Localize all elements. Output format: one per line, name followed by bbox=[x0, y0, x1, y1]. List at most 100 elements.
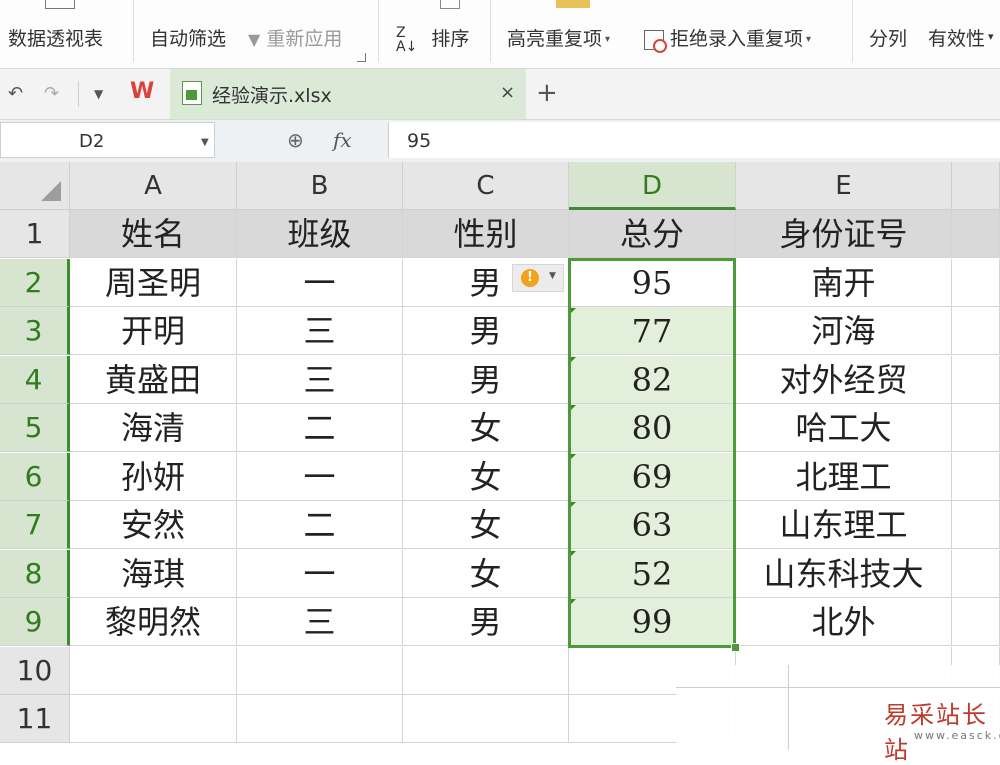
cell-d5[interactable]: 80 bbox=[569, 404, 736, 452]
customize-toolbar-chevron-icon[interactable]: ▼ bbox=[94, 87, 103, 101]
cell-b9[interactable]: 三 bbox=[237, 598, 403, 646]
insert-function-icon[interactable]: fx bbox=[333, 128, 352, 152]
cell-c10[interactable] bbox=[403, 647, 569, 695]
wps-logo-icon[interactable]: W bbox=[130, 79, 154, 104]
column-header-c[interactable]: C bbox=[403, 162, 569, 210]
cell-d2[interactable]: 95 bbox=[569, 259, 736, 307]
highlight-duplicates-button[interactable]: 高亮重复项 ▾ bbox=[507, 24, 610, 51]
cell-e6[interactable]: 北理工 bbox=[736, 453, 952, 501]
cell-filler[interactable] bbox=[952, 453, 1000, 501]
cell-a3[interactable]: 开明 bbox=[70, 307, 237, 355]
validity-button[interactable]: 有效性 bbox=[928, 24, 985, 51]
pivot-table-button[interactable]: 数据透视表 bbox=[8, 24, 103, 51]
column-header-filler[interactable] bbox=[952, 162, 1000, 210]
column-header-d[interactable]: D bbox=[569, 162, 736, 210]
row-header-10[interactable]: 10 bbox=[0, 647, 70, 695]
column-header-b[interactable]: B bbox=[237, 162, 403, 210]
tab-document[interactable]: 经验演示.xlsx × bbox=[170, 69, 526, 119]
cell-a7[interactable]: 安然 bbox=[70, 501, 237, 549]
cell-e4[interactable]: 对外经贸 bbox=[736, 356, 952, 404]
cell-c9[interactable]: 男 bbox=[403, 598, 569, 646]
cell-d6[interactable]: 69 bbox=[569, 453, 736, 501]
cell-c6[interactable]: 女 bbox=[403, 453, 569, 501]
cell-e2[interactable]: 南开 bbox=[736, 259, 952, 307]
row-header-9[interactable]: 9 bbox=[0, 598, 70, 646]
cell-b11[interactable] bbox=[237, 695, 403, 743]
cell-d3[interactable]: 77 bbox=[569, 307, 736, 355]
cell-a1[interactable]: 姓名 bbox=[70, 210, 237, 258]
row-header-11[interactable]: 11 bbox=[0, 695, 70, 743]
reapply-button[interactable]: ▼ 重新应用 bbox=[248, 24, 342, 51]
error-check-button[interactable]: ! ▼ bbox=[512, 264, 564, 292]
cell-e1[interactable]: 身份证号 bbox=[736, 210, 952, 258]
undo-icon[interactable]: ↶ bbox=[8, 83, 23, 104]
cell-filler[interactable] bbox=[952, 356, 1000, 404]
fill-handle[interactable] bbox=[731, 643, 740, 652]
autofilter-button[interactable]: 自动筛选 bbox=[150, 24, 226, 51]
cell-filler[interactable] bbox=[952, 259, 1000, 307]
cell-a11[interactable] bbox=[70, 695, 237, 743]
cell-filler[interactable] bbox=[952, 501, 1000, 549]
redo-icon[interactable]: ↷ bbox=[44, 83, 59, 104]
cell-a8[interactable]: 海琪 bbox=[70, 550, 237, 598]
cell-c3[interactable]: 男 bbox=[403, 307, 569, 355]
cell-e8[interactable]: 山东科技大 bbox=[736, 550, 952, 598]
row-header-7[interactable]: 7 bbox=[0, 501, 70, 549]
cell-e7[interactable]: 山东理工 bbox=[736, 501, 952, 549]
sort-button[interactable]: Z A↓ 排序 bbox=[396, 24, 469, 54]
cell-filler[interactable] bbox=[952, 598, 1000, 646]
reject-duplicates-button[interactable]: 拒绝录入重复项 ▾ bbox=[644, 24, 811, 53]
row-header-8[interactable]: 8 bbox=[0, 550, 70, 598]
column-header-e[interactable]: E bbox=[736, 162, 952, 210]
cell-b6[interactable]: 一 bbox=[237, 453, 403, 501]
cell-c5[interactable]: 女 bbox=[403, 404, 569, 452]
cell-e5[interactable]: 哈工大 bbox=[736, 404, 952, 452]
close-icon[interactable]: × bbox=[500, 82, 515, 103]
spreadsheet-grid[interactable]: A B C D E 1 姓名 班级 性别 总分 身份证号 2 周圣明一男 95 南开 3 开明三男 77 河海 4 黄盛… bbox=[0, 162, 1000, 750]
cell-a9[interactable]: 黎明然 bbox=[70, 598, 237, 646]
cell-d4[interactable]: 82 bbox=[569, 356, 736, 404]
row-header-3[interactable]: 3 bbox=[0, 307, 70, 355]
cell-e9[interactable]: 北外 bbox=[736, 598, 952, 646]
cell-b10[interactable] bbox=[237, 647, 403, 695]
cell-d8[interactable]: 52 bbox=[569, 550, 736, 598]
cell-b7[interactable]: 二 bbox=[237, 501, 403, 549]
cell-b5[interactable]: 二 bbox=[237, 404, 403, 452]
cell-b8[interactable]: 一 bbox=[237, 550, 403, 598]
cell-a5[interactable]: 海清 bbox=[70, 404, 237, 452]
column-header-a[interactable]: A bbox=[70, 162, 237, 210]
cell-filler[interactable] bbox=[952, 550, 1000, 598]
row-header-6[interactable]: 6 bbox=[0, 453, 70, 501]
split-columns-button[interactable]: 分列 bbox=[869, 24, 907, 51]
row-header-1[interactable]: 1 bbox=[0, 210, 70, 258]
chevron-down-icon[interactable]: ▼ bbox=[201, 137, 209, 148]
cell-c11[interactable] bbox=[403, 695, 569, 743]
cell-d1[interactable]: 总分 bbox=[569, 210, 736, 258]
cell-filler[interactable] bbox=[952, 307, 1000, 355]
cell-a4[interactable]: 黄盛田 bbox=[70, 356, 237, 404]
cell-c1[interactable]: 性别 bbox=[403, 210, 569, 258]
cell-e3[interactable]: 河海 bbox=[736, 307, 952, 355]
cell-b1[interactable]: 班级 bbox=[237, 210, 403, 258]
cell-d7[interactable]: 63 bbox=[569, 501, 736, 549]
cell-filler[interactable] bbox=[952, 404, 1000, 452]
name-box[interactable]: D2 ▼ bbox=[0, 122, 215, 158]
cell-filler[interactable] bbox=[952, 210, 1000, 258]
row-header-2[interactable]: 2 bbox=[0, 259, 70, 307]
select-all-corner[interactable] bbox=[0, 162, 70, 210]
dialog-launcher-icon[interactable] bbox=[357, 53, 366, 62]
cell-b2[interactable]: 一 bbox=[237, 259, 403, 307]
row-header-4[interactable]: 4 bbox=[0, 356, 70, 404]
cell-a2[interactable]: 周圣明 bbox=[70, 259, 237, 307]
cell-a10[interactable] bbox=[70, 647, 237, 695]
cell-c7[interactable]: 女 bbox=[403, 501, 569, 549]
row-header-5[interactable]: 5 bbox=[0, 404, 70, 452]
magnifier-icon[interactable]: ⊕ bbox=[287, 128, 304, 152]
new-tab-plus-icon[interactable]: + bbox=[536, 78, 558, 108]
chevron-down-icon[interactable]: ▾ bbox=[988, 30, 994, 43]
cell-c8[interactable]: 女 bbox=[403, 550, 569, 598]
cell-b3[interactable]: 三 bbox=[237, 307, 403, 355]
cell-c4[interactable]: 男 bbox=[403, 356, 569, 404]
cell-b4[interactable]: 三 bbox=[237, 356, 403, 404]
formula-input[interactable]: 95 bbox=[388, 122, 1000, 158]
